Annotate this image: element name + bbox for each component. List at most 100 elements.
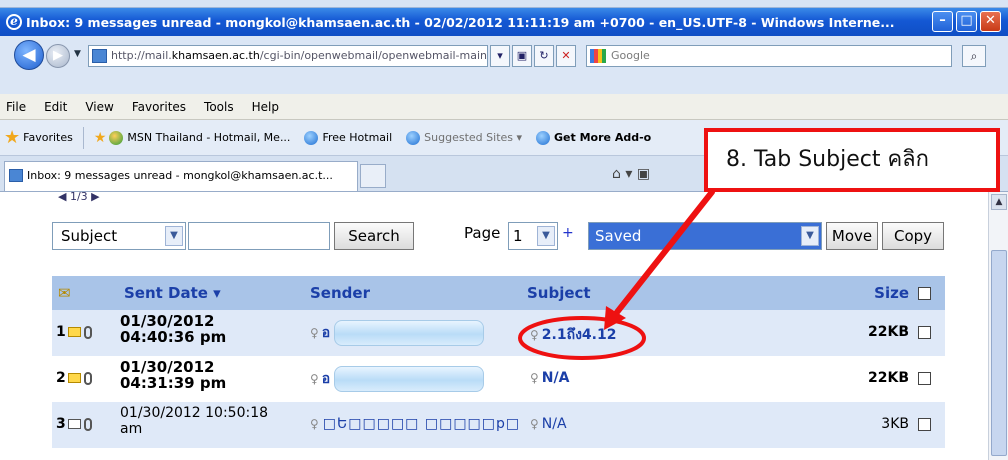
plus-link[interactable]: +: [562, 225, 574, 241]
sender-pin-icon: ♀: [310, 372, 319, 386]
window-title: Inbox: 9 messages unread - mongkol@khams…: [26, 14, 895, 30]
unread-envelope-icon: [67, 327, 81, 337]
header-subject[interactable]: Subject: [527, 284, 591, 302]
row-sender[interactable]: ♀ อ: [310, 320, 485, 346]
row-number: 1: [56, 324, 92, 340]
ie-page-icon: [536, 130, 551, 145]
google-icon: [590, 49, 606, 63]
fav-msn[interactable]: MSN Thailand - Hotmail, Me...: [109, 130, 290, 145]
page-select[interactable]: 1 ▼: [508, 222, 558, 250]
folder-select[interactable]: Saved ▼: [588, 222, 822, 250]
header-size[interactable]: Size: [874, 284, 909, 302]
refresh-icon[interactable]: ↻: [534, 45, 554, 67]
screen: e Inbox: 9 messages unread - mongkol@kha…: [0, 0, 1008, 460]
tab-inbox[interactable]: Inbox: 9 messages unread - mongkol@khams…: [4, 161, 358, 191]
vertical-scrollbar[interactable]: ▲: [988, 192, 1008, 460]
ie-page-icon: [304, 130, 319, 145]
favorites-star-icon[interactable]: ★: [4, 127, 20, 148]
row-checkbox[interactable]: [918, 326, 931, 339]
menu-favorites[interactable]: Favorites: [132, 100, 186, 114]
row-number: 2: [56, 370, 92, 386]
row-sender[interactable]: ♀ อ: [310, 366, 485, 392]
search-input[interactable]: Google: [586, 45, 952, 67]
stop-icon[interactable]: ✕: [556, 45, 576, 67]
menu-edit[interactable]: Edit: [44, 100, 67, 114]
scroll-up-icon[interactable]: ▲: [991, 194, 1007, 210]
header-sender[interactable]: Sender: [310, 284, 370, 302]
attachment-icon: [83, 371, 92, 385]
row-subject[interactable]: ♀ N/A: [530, 416, 567, 432]
menu-bar: File Edit View Favorites Tools Help: [0, 94, 1008, 120]
fav-get-addons[interactable]: Get More Add-o: [536, 130, 651, 145]
redacted-sender: [334, 320, 485, 346]
unread-envelope-icon: [67, 373, 81, 383]
pager[interactable]: ◀ 1/3 ▶: [58, 192, 100, 203]
compatibility-icon[interactable]: ▣: [512, 45, 532, 67]
fav-free-hotmail[interactable]: Free Hotmail: [304, 130, 392, 145]
ie-logo-icon: e: [6, 14, 22, 30]
row-subject[interactable]: ♀ 2.1ถึง4.12: [530, 324, 616, 346]
new-tab-button[interactable]: [360, 164, 386, 188]
header-sent-date[interactable]: Sent Date ▾: [124, 284, 221, 302]
row-size: 3KB: [881, 416, 909, 432]
suggested-sites-icon: [406, 130, 421, 145]
instruction-callout: 8. Tab Subject คลิก: [704, 128, 1000, 192]
copy-button[interactable]: Copy: [882, 222, 944, 250]
redacted-sender: [334, 366, 485, 392]
tab-page-icon: [9, 169, 23, 182]
scroll-thumb[interactable]: [991, 250, 1007, 456]
table-header: ✉ Sent Date ▾ Sender Subject Size: [52, 276, 945, 310]
webmail-content: ◀ 1/3 ▶ Subject ▼ Search Page 1 ▼ + Save…: [0, 192, 988, 460]
maximize-button[interactable]: □: [956, 11, 977, 32]
back-button[interactable]: ◀: [14, 40, 44, 70]
minimize-button[interactable]: –: [932, 11, 953, 32]
favorites-button[interactable]: Favorites: [23, 131, 73, 144]
search-field-select[interactable]: Subject ▼: [52, 222, 186, 250]
menu-help[interactable]: Help: [252, 100, 279, 114]
chevron-down-icon: ▼: [537, 226, 555, 246]
favorites-separator: [82, 126, 84, 149]
row-date: 01/30/2012 04:31:39 pm: [120, 358, 227, 392]
search-text-input[interactable]: [188, 222, 330, 250]
add-favorite-icon[interactable]: ★: [94, 130, 107, 146]
url-dropdown-icon[interactable]: ▾: [490, 45, 510, 67]
title-bar: e Inbox: 9 messages unread - mongkol@kha…: [0, 8, 1008, 36]
close-button[interactable]: ✕: [980, 11, 1001, 32]
sender-pin-icon: ♀: [310, 326, 319, 340]
read-envelope-icon: [67, 419, 81, 429]
row-sender[interactable]: ♀ □Ե□□□□□ □□□□□p□: [310, 416, 520, 432]
underlying-toolbar-sliver: [0, 0, 1008, 8]
page-icon: [92, 49, 107, 63]
subject-pin-icon: ♀: [530, 371, 539, 385]
table-row[interactable]: 1 01/30/2012 04:40:36 pm ♀ อ ♀ 2.1ถึง4.12 …: [52, 310, 945, 356]
fav-suggested-sites[interactable]: Suggested Sites ▾: [406, 130, 522, 145]
move-button[interactable]: Move: [826, 222, 878, 250]
msn-icon: [109, 130, 124, 145]
attachment-icon: [83, 325, 92, 339]
forward-button[interactable]: ▶: [46, 44, 70, 68]
chevron-down-icon: ▼: [801, 226, 819, 246]
search-button[interactable]: Search: [334, 222, 414, 250]
table-row[interactable]: 3 01/30/2012 10:50:18 am ♀ □Ե□□□□□ □□□□□p…: [52, 402, 945, 448]
page-label: Page: [464, 224, 501, 242]
header-envelope-icon: ✉: [58, 284, 71, 302]
table-row[interactable]: 2 01/30/2012 04:31:39 pm ♀ อ ♀ N/A 22KB: [52, 356, 945, 402]
search-icon[interactable]: ⌕: [962, 45, 986, 67]
row-size: 22KB: [867, 324, 909, 340]
row-size: 22KB: [867, 370, 909, 386]
address-bar: ◀ ▶ ▼ http://mail.khamsaen.ac.th/cgi-bin…: [0, 36, 1008, 94]
menu-file[interactable]: File: [6, 100, 26, 114]
menu-view[interactable]: View: [85, 100, 113, 114]
row-date: 01/30/2012 04:40:36 pm: [120, 312, 227, 346]
select-all-checkbox[interactable]: [918, 287, 931, 300]
row-subject[interactable]: ♀ N/A: [530, 370, 569, 386]
attachment-icon: [83, 417, 92, 431]
row-checkbox[interactable]: [918, 418, 931, 431]
row-checkbox[interactable]: [918, 372, 931, 385]
home-icon[interactable]: ⌂ ▾ ▣: [612, 166, 650, 182]
row-date: 01/30/2012 10:50:18 am: [120, 405, 269, 437]
history-dropdown-icon[interactable]: ▼: [74, 49, 81, 59]
subject-pin-icon: ♀: [530, 417, 539, 431]
menu-tools[interactable]: Tools: [204, 100, 234, 114]
url-input[interactable]: http://mail.khamsaen.ac.th/cgi-bin/openw…: [88, 45, 488, 67]
